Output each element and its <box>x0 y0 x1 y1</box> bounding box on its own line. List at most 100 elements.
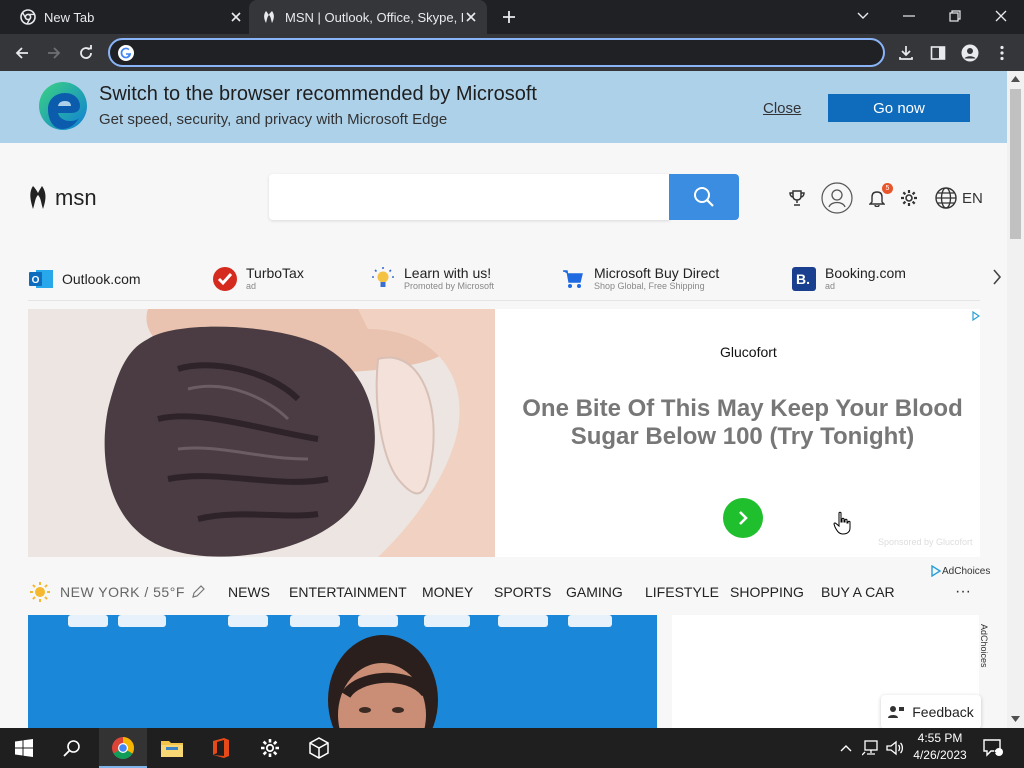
address-input[interactable] <box>142 43 862 62</box>
adchoices-link[interactable]: AdChoices <box>930 565 990 577</box>
minimize-button[interactable] <box>895 4 923 28</box>
restore-button[interactable] <box>941 4 969 28</box>
msn-logo[interactable]: msn <box>27 183 97 213</box>
settings-gear-icon[interactable] <box>898 183 920 213</box>
nav-buy-a-car[interactable]: BUY A CAR <box>821 584 895 600</box>
tab-title: New Tab <box>44 9 95 25</box>
google-icon <box>118 45 134 61</box>
nav-more-button[interactable]: ··· <box>955 583 971 601</box>
chrome-menu-icon[interactable] <box>989 40 1015 66</box>
hero-story-image[interactable] <box>28 615 657 728</box>
ad-headline[interactable]: One Bite Of This May Keep Your Blood Sug… <box>515 395 970 451</box>
taskbar-settings-icon[interactable] <box>246 728 294 768</box>
go-now-button[interactable]: Go now <box>828 94 970 122</box>
feedback-label: Feedback <box>912 704 974 720</box>
quick-link-subtitle: Shop Global, Free Shipping <box>594 281 705 291</box>
language-label[interactable]: EN <box>962 190 983 207</box>
ad-arrow-button[interactable] <box>723 498 763 538</box>
feedback-button[interactable]: Feedback <box>881 695 981 728</box>
close-window-button[interactable] <box>987 4 1015 28</box>
banner-close-link[interactable]: Close <box>763 100 801 117</box>
taskbar-chrome-icon[interactable] <box>99 728 147 768</box>
quick-link-title: Microsoft Buy Direct <box>594 265 720 281</box>
tab-title: MSN | Outlook, Office, Skype, Bing <box>285 9 463 25</box>
adchoices-icon <box>931 565 942 577</box>
download-icon[interactable] <box>893 40 919 66</box>
search-icon <box>694 187 714 207</box>
volume-icon[interactable] <box>884 738 906 758</box>
svg-text:O: O <box>32 275 40 286</box>
nav-entertainment[interactable]: ENTERTAINMENT <box>289 584 407 600</box>
side-adchoices-label[interactable]: AdChoices <box>975 624 989 668</box>
close-tab-icon[interactable] <box>463 9 479 25</box>
clock-date: 4/26/2023 <box>913 748 967 762</box>
scroll-up-icon[interactable] <box>1011 76 1020 82</box>
nav-money[interactable]: MONEY <box>422 584 473 600</box>
tab-search-button[interactable] <box>849 4 877 28</box>
new-tab-button[interactable] <box>498 7 520 27</box>
system-clock[interactable]: 4:55 PM 4/26/2023 <box>905 730 975 764</box>
notification-badge: 5 <box>882 183 893 194</box>
quick-link-title: Learn with us! <box>404 265 492 281</box>
notification-count: 1 <box>992 746 997 755</box>
msn-butterfly-icon <box>30 186 46 209</box>
turbotax-icon <box>212 266 238 292</box>
side-panel-icon[interactable] <box>925 40 951 66</box>
nav-shopping[interactable]: SHOPPING <box>730 584 804 600</box>
scroll-down-icon[interactable] <box>1011 716 1020 722</box>
file-explorer-icon[interactable] <box>148 728 196 768</box>
ad-brand: Glucofort <box>720 344 777 360</box>
start-button[interactable] <box>0 728 48 768</box>
banner-headline: Switch to the browser recommended by Mic… <box>99 83 537 105</box>
clock-time: 4:55 PM <box>917 731 963 745</box>
weather-widget[interactable]: NEW YORK / 55°F <box>28 579 205 605</box>
forward-button[interactable] <box>41 40 67 66</box>
browser-tab-strip: New Tab MSN | Outlook, Office, Skype, Bi… <box>0 0 1024 34</box>
quick-link-title: TurboTax <box>246 265 304 281</box>
nav-sports[interactable]: SPORTS <box>494 584 551 600</box>
booking-icon: B. <box>791 266 817 292</box>
close-tab-icon[interactable] <box>228 9 244 25</box>
hand-cursor-icon <box>833 511 851 535</box>
action-center-icon[interactable]: 1 <box>980 738 1006 758</box>
nav-news[interactable]: NEWS <box>228 584 270 600</box>
ad-image <box>28 309 495 557</box>
sun-icon <box>30 582 50 602</box>
quick-link-learn[interactable]: Learn with us! Promoted by Microsoft <box>370 259 494 299</box>
quick-links-next-icon[interactable] <box>986 266 1008 288</box>
show-hidden-icons-icon[interactable] <box>838 738 854 758</box>
search-button[interactable] <box>669 174 739 220</box>
search-input[interactable] <box>269 174 670 220</box>
nav-gaming[interactable]: GAMING <box>566 584 623 600</box>
feedback-icon <box>888 706 905 718</box>
quick-link-outlook[interactable]: O Outlook.com <box>28 259 141 299</box>
rewards-trophy-icon[interactable] <box>786 183 808 213</box>
windows-taskbar: 4:55 PM 4/26/2023 1 <box>0 728 1024 768</box>
quick-link-microsoft-buy-direct[interactable]: Microsoft Buy Direct Shop Global, Free Sh… <box>560 259 719 299</box>
edge-logo-icon <box>39 82 87 130</box>
tab-new-tab[interactable]: New Tab <box>12 0 244 34</box>
profile-icon[interactable] <box>957 40 983 66</box>
quick-link-subtitle: ad <box>825 281 836 291</box>
adchoices-icon[interactable] <box>972 311 980 321</box>
ad-sponsor-label: Sponsored by Glucofort <box>878 537 973 547</box>
divider <box>28 300 980 301</box>
lightbulb-icon <box>370 266 396 292</box>
reload-button[interactable] <box>73 40 99 66</box>
3d-viewer-icon[interactable] <box>295 728 343 768</box>
tab-msn[interactable]: MSN | Outlook, Office, Skype, Bing <box>249 0 487 34</box>
edit-pencil-icon[interactable] <box>191 585 205 599</box>
back-button[interactable] <box>9 40 35 66</box>
quick-link-turbotax[interactable]: TurboTax ad <box>212 259 304 299</box>
quick-link-booking[interactable]: B. Booking.com ad <box>791 259 906 299</box>
scrollbar-thumb[interactable] <box>1010 89 1021 239</box>
taskbar-search-icon[interactable] <box>48 728 96 768</box>
sign-in-avatar-icon[interactable] <box>821 182 853 214</box>
office-icon[interactable] <box>197 728 245 768</box>
language-globe-icon[interactable] <box>934 183 958 213</box>
weather-label: NEW YORK / 55°F <box>60 584 185 600</box>
banner-subtext: Get speed, security, and privacy with Mi… <box>99 111 448 128</box>
network-icon[interactable] <box>860 738 882 758</box>
nav-lifestyle[interactable]: LIFESTYLE <box>645 584 719 600</box>
address-bar[interactable] <box>108 38 885 67</box>
